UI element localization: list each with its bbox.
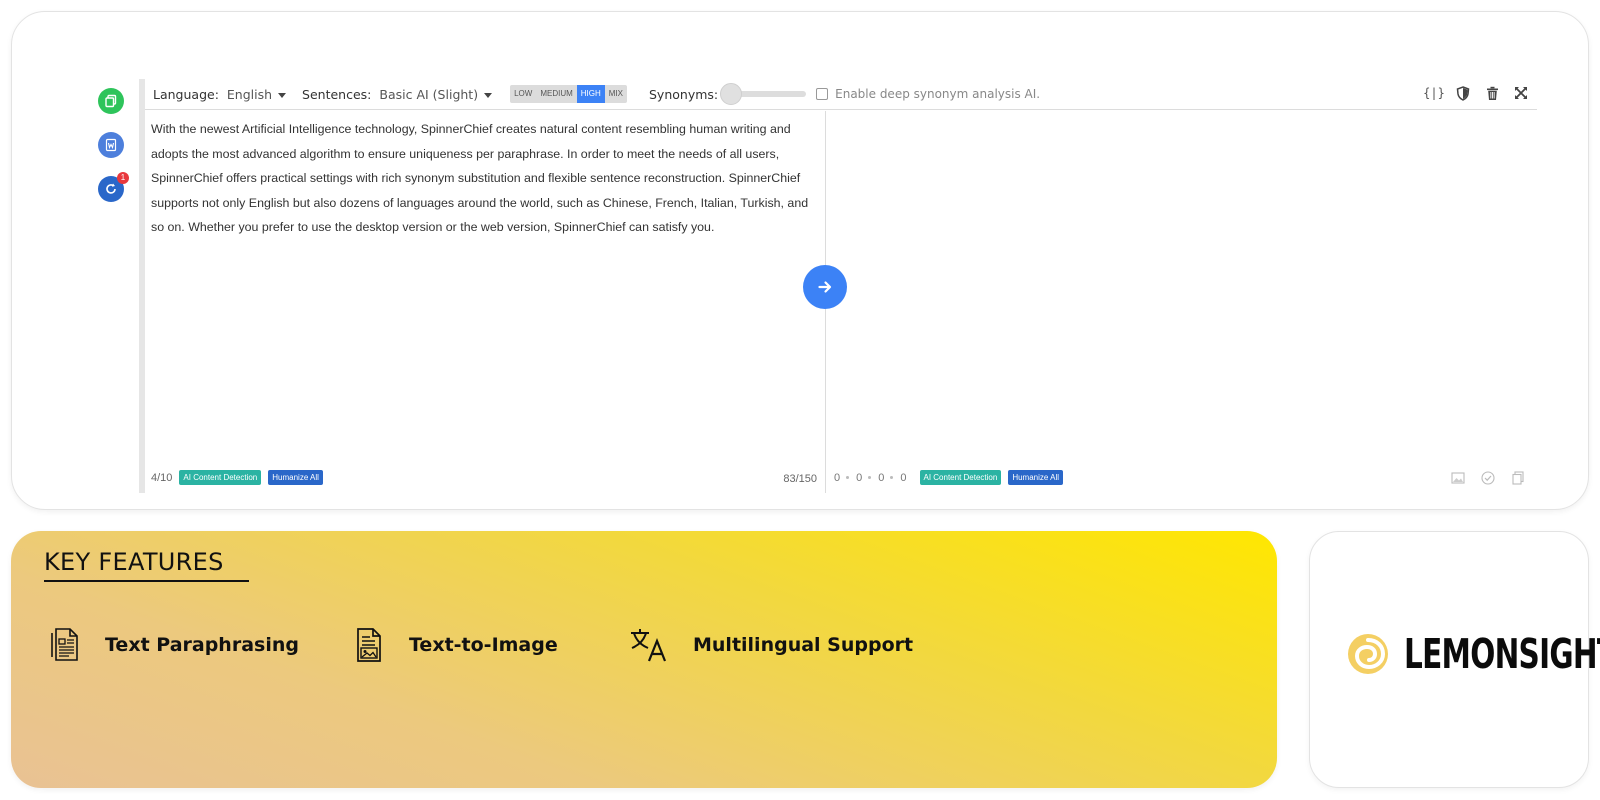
chevron-down-icon <box>484 92 493 98</box>
brand-name: LEMONSIGHT <box>1404 630 1600 678</box>
level-selector: LOW MEDIUM HIGH MIX <box>510 85 627 103</box>
output-stat: 0 <box>834 471 841 484</box>
copy-icon[interactable] <box>1511 471 1525 485</box>
sentences-select[interactable]: Basic AI (Slight) <box>379 86 493 102</box>
document-image-icon <box>357 628 381 662</box>
separator-dot <box>868 476 872 479</box>
check-circle-icon[interactable] <box>1481 471 1495 485</box>
expand-icon[interactable] <box>1513 85 1529 101</box>
document-text-icon <box>51 628 78 661</box>
refresh-button[interactable]: 1 <box>98 172 129 202</box>
feature-text-to-image: Text-to-Image <box>353 627 558 663</box>
word-document-icon <box>105 138 117 152</box>
json-braces-icon[interactable]: {|} <box>1423 85 1445 101</box>
title-underline <box>44 580 249 582</box>
sentences-value: Basic AI (Slight) <box>379 86 479 102</box>
feature-label: Text-to-Image <box>409 634 558 656</box>
synonyms-label: Synonyms: <box>649 86 719 102</box>
key-features-title: KEY FEATURES <box>44 548 224 576</box>
separator-dot <box>846 476 850 479</box>
slider-handle[interactable] <box>720 83 743 105</box>
feature-label: Multilingual Support <box>693 634 914 656</box>
refresh-icon <box>106 183 116 194</box>
paraphrase-editor: Language: English Sentences: Basic AI (S… <box>139 79 1537 493</box>
input-pane[interactable]: With the newest Artificial Intelligence … <box>145 111 825 493</box>
key-features-panel: KEY FEATURES Text Paraphrasing Text-to-I… <box>11 531 1277 788</box>
feature-label: Text Paraphrasing <box>105 634 299 656</box>
output-stat: 0 <box>878 471 885 484</box>
image-icon[interactable] <box>1451 471 1465 485</box>
language-label: Language: <box>153 86 219 102</box>
editor-toolbar: Language: English Sentences: Basic AI (S… <box>145 79 1537 110</box>
output-stat: 0 <box>900 471 907 484</box>
shield-icon[interactable] <box>1455 85 1471 101</box>
deep-synonym-label: Enable deep synonym analysis AI. <box>835 87 1041 101</box>
chevron-down-icon <box>278 92 287 98</box>
output-pane[interactable]: 0 0 0 0 AI Content Detection Humanize Al… <box>826 111 1537 493</box>
paraphraser-card: 1 Language: English Sentences: Basic AI … <box>11 11 1589 510</box>
language-select[interactable]: English <box>226 86 287 102</box>
translate-icon <box>631 629 667 662</box>
level-medium[interactable]: MEDIUM <box>536 85 576 103</box>
side-toolbar: 1 <box>98 88 129 220</box>
humanize-all-button[interactable]: Humanize All <box>268 470 323 485</box>
notification-badge: 1 <box>117 172 129 184</box>
output-stat: 0 <box>856 471 863 484</box>
input-footer: 4/10 AI Content Detection Humanize All <box>151 470 323 485</box>
brand-card: LEMONSIGHT <box>1309 531 1600 788</box>
ai-content-detection-button[interactable]: AI Content Detection <box>179 470 262 485</box>
trash-icon[interactable] <box>1484 85 1500 101</box>
sentences-label: Sentences: <box>302 86 372 102</box>
feature-text-paraphrasing: Text Paraphrasing <box>49 627 299 663</box>
arrow-right-icon <box>818 281 832 293</box>
output-tools <box>1451 471 1525 485</box>
editor-tools: {|} <box>1423 85 1529 101</box>
level-high[interactable]: HIGH <box>576 85 605 103</box>
synonyms-slider[interactable] <box>720 83 807 105</box>
copy-button[interactable] <box>98 88 124 114</box>
word-document-button[interactable] <box>98 132 124 158</box>
sentence-count: 4/10 <box>151 471 173 484</box>
output-footer: 0 0 0 0 AI Content Detection Humanize Al… <box>834 470 1064 485</box>
paraphrase-go-button[interactable] <box>803 265 847 309</box>
lemon-swirl-icon <box>1348 634 1388 674</box>
language-value: English <box>226 86 273 102</box>
level-mix[interactable]: MIX <box>605 85 627 103</box>
feature-multilingual-support: Multilingual Support <box>629 627 913 663</box>
humanize-all-button[interactable]: Humanize All <box>1008 470 1064 485</box>
separator-dot <box>890 476 894 479</box>
copy-icon <box>105 94 117 108</box>
deep-synonym-checkbox[interactable] <box>816 88 829 100</box>
level-low[interactable]: LOW <box>510 85 536 103</box>
ai-content-detection-button[interactable]: AI Content Detection <box>919 470 1002 485</box>
word-count: 83/150 <box>783 473 817 485</box>
lemonsight-logo[interactable]: LEMONSIGHT <box>1346 630 1600 678</box>
input-text[interactable]: With the newest Artificial Intelligence … <box>151 117 816 240</box>
